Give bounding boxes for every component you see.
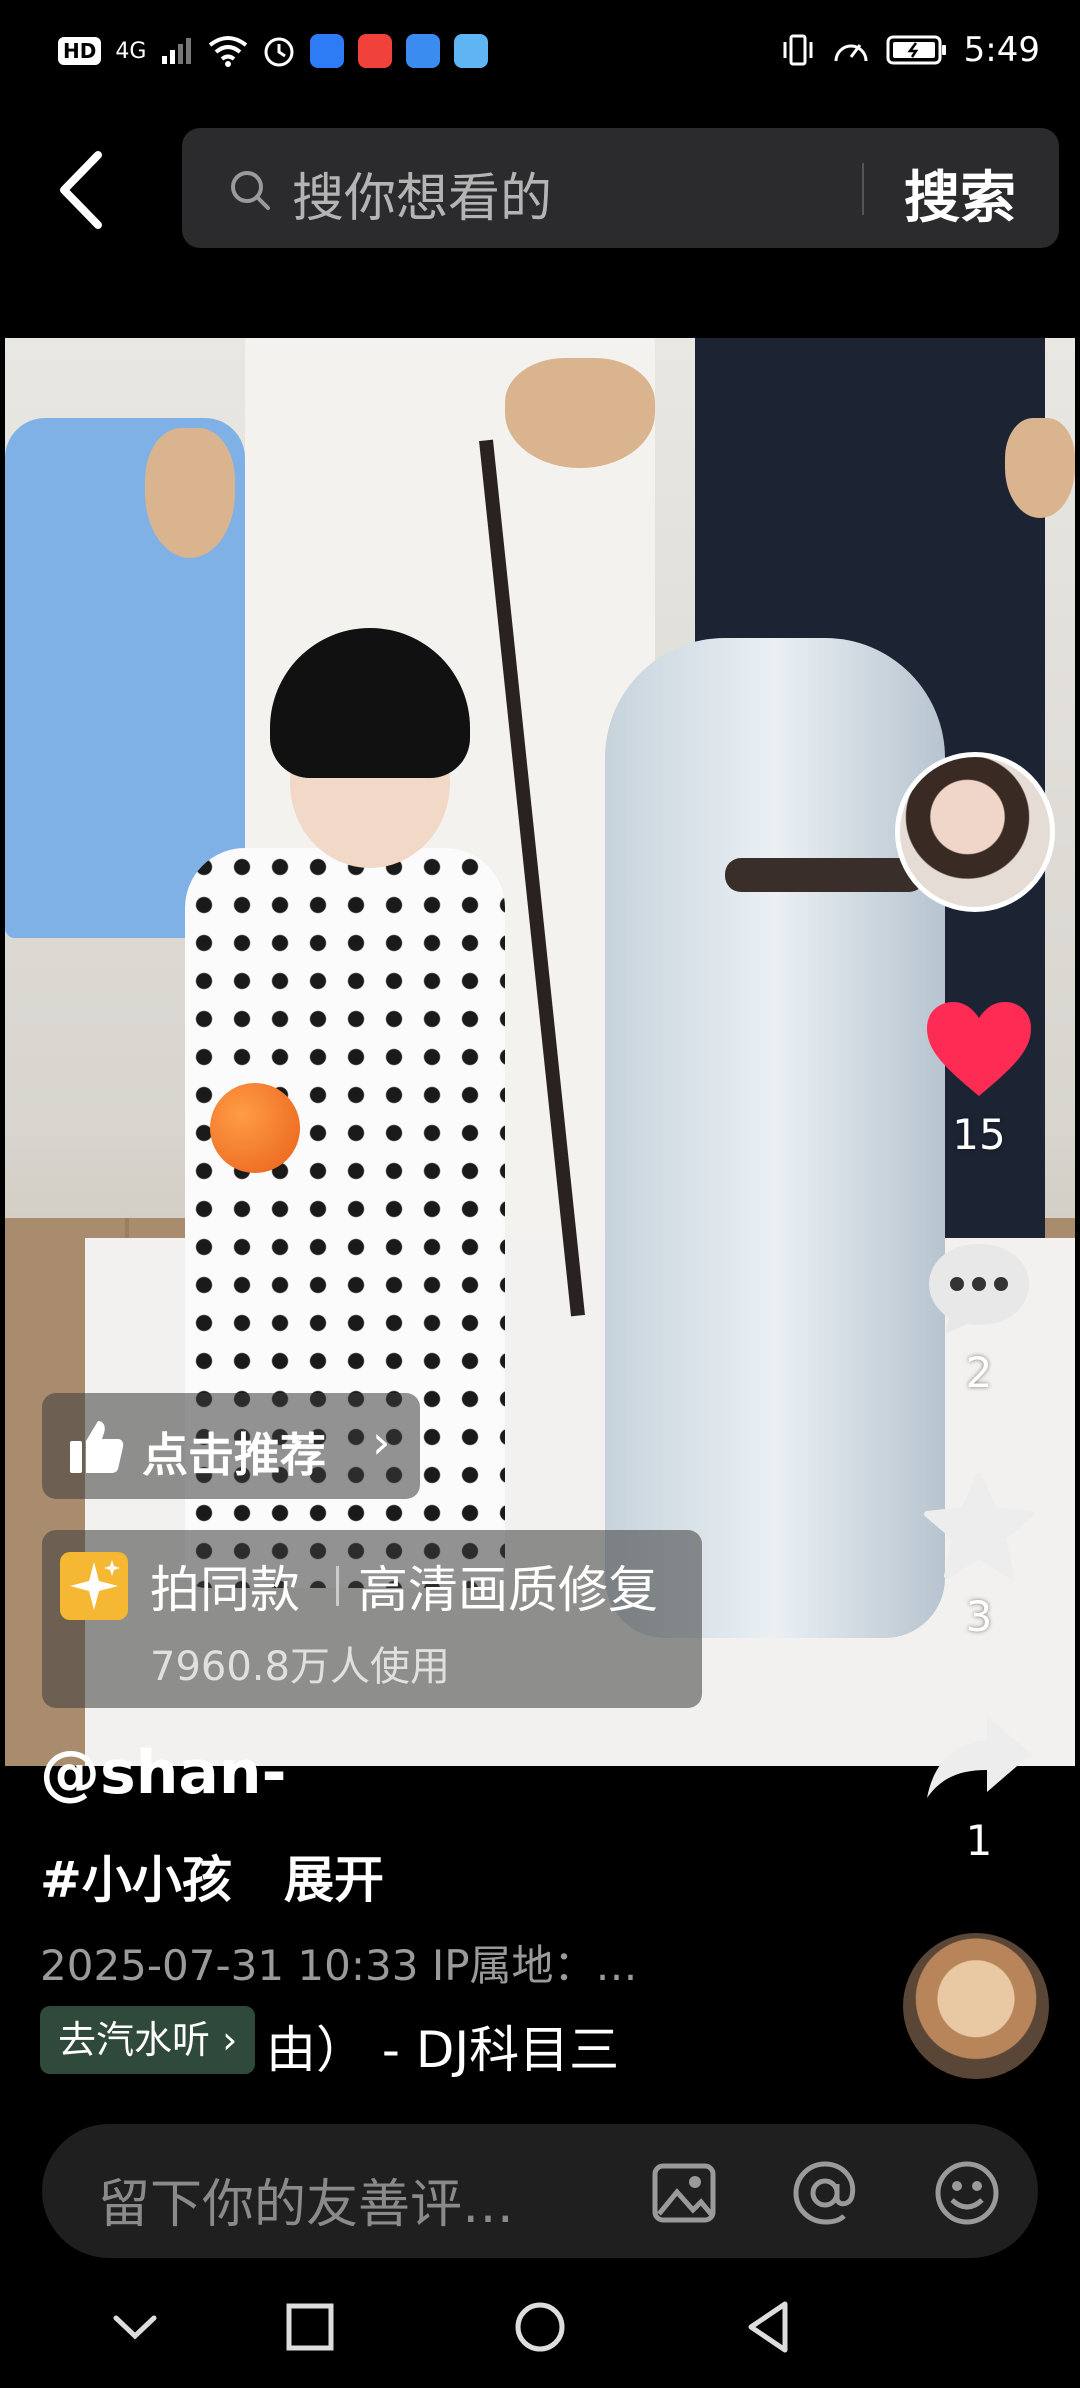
comment-button[interactable]: 2 bbox=[904, 1238, 1054, 1397]
favorite-button[interactable]: 3 bbox=[904, 1472, 1054, 1641]
listen-in-soda-button[interactable]: 去汽水听 › bbox=[40, 2006, 256, 2074]
sparkle-icon bbox=[60, 1552, 128, 1620]
vibrate-icon bbox=[783, 34, 813, 66]
back-button[interactable] bbox=[50, 145, 120, 235]
like-count: 15 bbox=[952, 1110, 1006, 1159]
comment-bar: 留下你的友善评… bbox=[42, 2124, 1038, 2258]
share-arrow-icon bbox=[927, 1716, 1031, 1798]
share-count: 1 bbox=[965, 1816, 993, 1865]
shopping-app-icon bbox=[358, 34, 393, 68]
weather-app-icon bbox=[454, 34, 489, 68]
mannequin-hand bbox=[1005, 418, 1075, 518]
image-icon[interactable] bbox=[649, 2158, 719, 2228]
expand-caption-button[interactable]: 展开 bbox=[284, 1840, 384, 1912]
system-nav-bar bbox=[0, 2270, 1080, 2388]
nav-home-icon[interactable] bbox=[505, 2292, 575, 2362]
network-type: 4G bbox=[115, 38, 147, 64]
screen: HD 4G 5:49 搜你想看的 搜索 15 2 3 1 点击推荐 › 拍同款 … bbox=[0, 0, 1080, 2388]
status-bar: HD 4G 5:49 bbox=[0, 0, 1080, 110]
mannequin-hand bbox=[505, 358, 655, 468]
author-username[interactable]: @shan- bbox=[40, 1738, 287, 1808]
nav-back-icon[interactable] bbox=[735, 2292, 805, 2362]
post-meta: 2025-07-31 10:33 IP属地：… bbox=[40, 1941, 638, 1990]
dog-collar bbox=[725, 858, 925, 892]
music-cover-disc[interactable] bbox=[903, 1933, 1049, 2079]
wifi-icon bbox=[209, 36, 248, 67]
effect-name: 高清画质修复 bbox=[358, 1561, 658, 1619]
thumbs-up-icon bbox=[70, 1421, 124, 1473]
nav-hide-icon[interactable] bbox=[100, 2292, 170, 2362]
signal-icon bbox=[162, 38, 192, 64]
battery-icon bbox=[886, 35, 946, 65]
speed-icon bbox=[834, 44, 868, 62]
effect-action-label: 拍同款 bbox=[150, 1561, 300, 1619]
clock: 5:49 bbox=[963, 30, 1040, 70]
search-button[interactable]: 搜索 bbox=[904, 153, 1016, 234]
search-icon bbox=[231, 171, 270, 210]
vpn-shield-icon bbox=[310, 34, 345, 68]
hd-badge: HD bbox=[58, 37, 102, 65]
search-divider bbox=[862, 163, 864, 215]
comment-bubble-icon bbox=[929, 1244, 1029, 1334]
effect-separator bbox=[336, 1566, 339, 1606]
share-button[interactable]: 1 bbox=[904, 1710, 1054, 1865]
mannequin-hand bbox=[145, 428, 235, 558]
browser-app-icon bbox=[406, 34, 441, 68]
chevron-left-icon bbox=[60, 151, 102, 229]
dog-statue bbox=[605, 638, 945, 1638]
effect-template-card[interactable]: 拍同款 高清画质修复 7960.8万人使用 bbox=[42, 1530, 702, 1708]
mention-icon[interactable] bbox=[790, 2158, 860, 2228]
alarm-icon bbox=[264, 37, 294, 67]
effect-user-count: 7960.8万人使用 bbox=[150, 1644, 450, 1690]
nav-recents-icon[interactable] bbox=[275, 2292, 345, 2362]
author-avatar[interactable] bbox=[895, 752, 1055, 912]
favorite-count: 3 bbox=[965, 1592, 993, 1641]
heart-icon bbox=[927, 1002, 1031, 1096]
comment-count: 2 bbox=[965, 1348, 993, 1397]
like-button[interactable]: 15 bbox=[904, 1000, 1054, 1159]
hashtag-link[interactable]: #小小孩 bbox=[40, 1840, 232, 1912]
search-input[interactable]: 搜你想看的 bbox=[292, 156, 552, 231]
music-title[interactable]: 由） - DJ科目三 bbox=[266, 2010, 661, 2082]
comment-input[interactable]: 留下你的友善评… bbox=[98, 2162, 514, 2237]
emoji-icon[interactable] bbox=[932, 2158, 1002, 2228]
star-icon bbox=[924, 1473, 1034, 1579]
chevron-right-icon: › bbox=[372, 1415, 391, 1469]
recommend-button[interactable]: 点击推荐 › bbox=[42, 1393, 420, 1499]
recommend-label: 点击推荐 bbox=[142, 1428, 326, 1482]
orange-ball bbox=[210, 1083, 300, 1173]
search-bar[interactable]: 搜你想看的 搜索 bbox=[182, 128, 1059, 248]
